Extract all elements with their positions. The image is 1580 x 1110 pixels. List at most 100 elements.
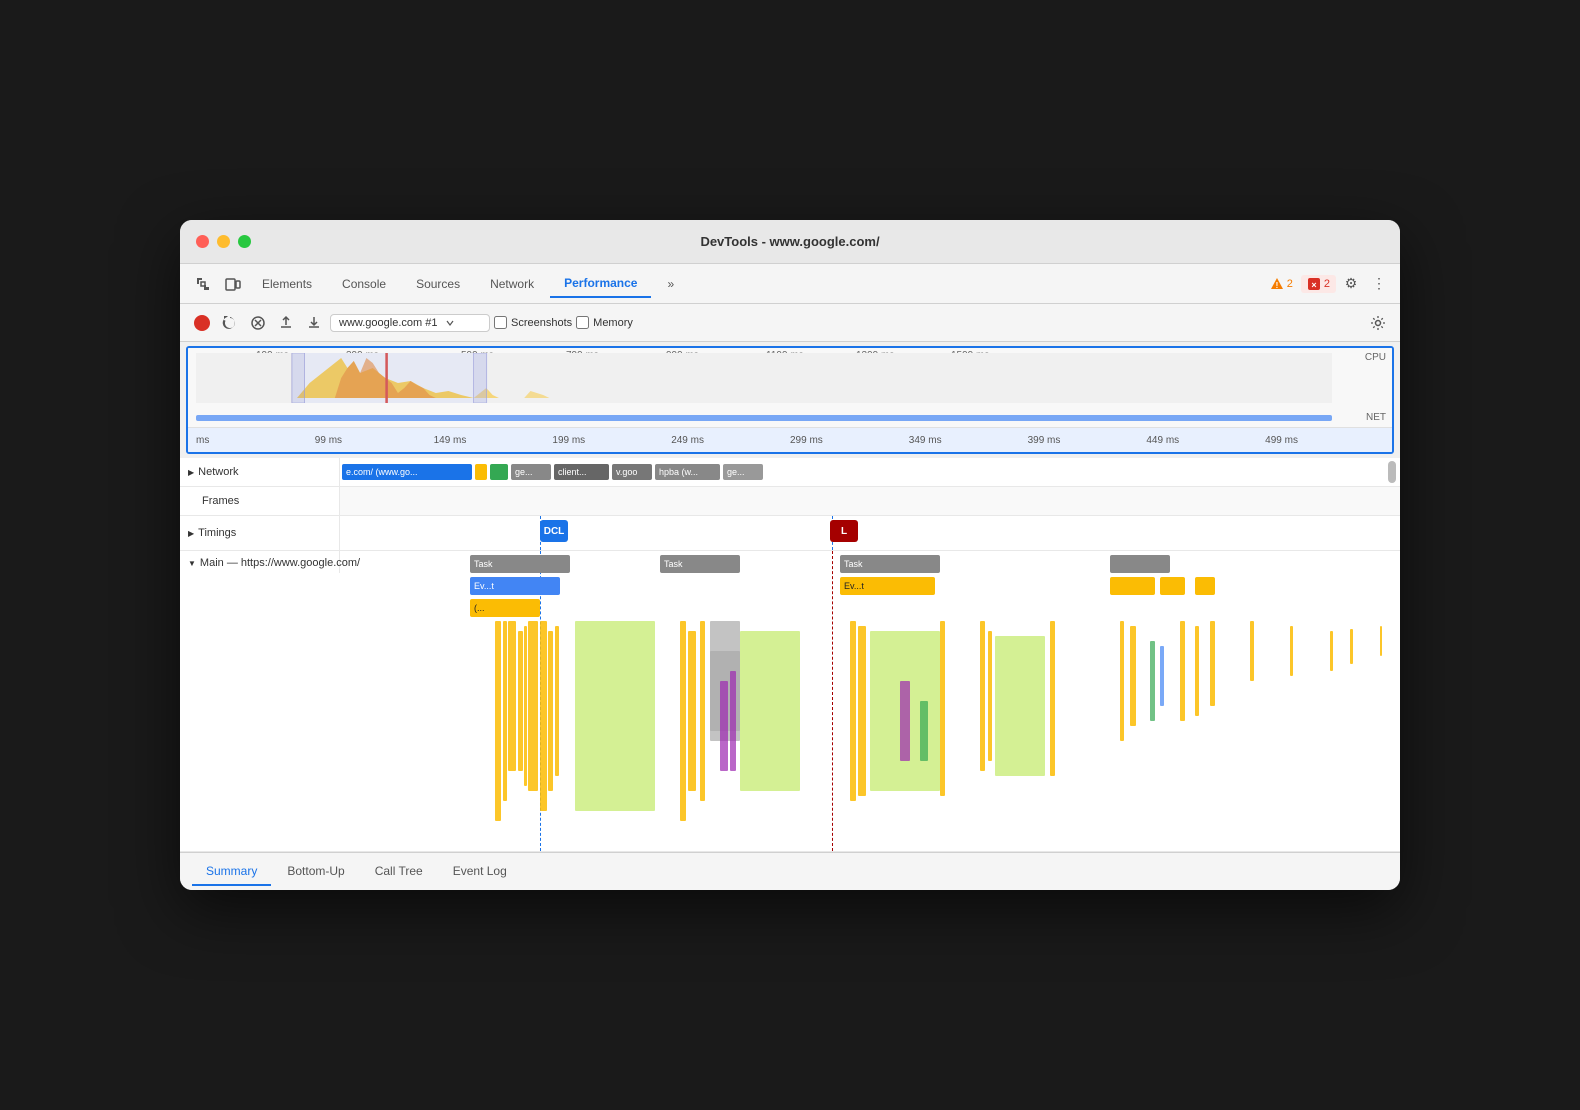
flame-col-35 [1050, 621, 1055, 776]
performance-settings-icon[interactable] [1366, 311, 1390, 335]
network-scroll-thumb[interactable] [1388, 461, 1396, 483]
frames-row: Frames [180, 487, 1400, 516]
tab-console[interactable]: Console [328, 271, 400, 297]
net-request-5[interactable]: v.goo [612, 464, 652, 480]
task-bar-4[interactable] [1110, 555, 1170, 573]
main-toolbar: Elements Console Sources Network Perform… [180, 264, 1400, 304]
screenshots-checkbox[interactable]: Screenshots [494, 316, 572, 329]
flame-col-46 [1195, 626, 1199, 716]
window-title: DevTools - www.google.com/ [700, 234, 879, 249]
event-bar-5[interactable] [1195, 577, 1215, 595]
tab-call-tree[interactable]: Call Tree [361, 858, 437, 886]
url-selector[interactable]: www.google.com #1 [330, 314, 490, 332]
flame-col-54 [1380, 626, 1382, 656]
task-bar-1[interactable]: Task [470, 555, 570, 573]
l-marker[interactable]: L [830, 520, 858, 542]
flame-lime-15 [995, 636, 1045, 776]
flame-col-51 [1290, 626, 1293, 676]
net-request-6[interactable]: hpba (w... [655, 464, 720, 480]
net-request-4[interactable]: client... [554, 464, 609, 480]
flame-blue-1 [1160, 646, 1164, 706]
network-row-label: Network [180, 458, 340, 486]
net-request-0[interactable]: e.com/ (www.go... [342, 464, 472, 480]
flame-col-41 [1130, 626, 1136, 726]
flame-col-8 [548, 631, 553, 791]
flame-col-4 [518, 631, 523, 771]
event-bar-4[interactable] [1160, 577, 1185, 595]
svg-text:!: ! [1275, 281, 1278, 290]
record-button[interactable] [190, 311, 214, 335]
overview-chart[interactable]: CPU NET 199 ms 399 ms 599 ms 799 ms 999 … [188, 348, 1392, 428]
frames-row-content [340, 487, 1400, 515]
download-icon[interactable] [302, 311, 326, 335]
timings-row-label: Timings [180, 516, 340, 550]
net-request-1[interactable] [475, 464, 487, 480]
tab-event-log[interactable]: Event Log [439, 858, 521, 886]
cpu-label: CPU [1365, 352, 1386, 363]
anon-bar-1[interactable]: (... [470, 599, 540, 617]
minimize-button[interactable] [217, 235, 230, 248]
main-thread-expand-icon[interactable] [188, 557, 196, 569]
flame-col-45 [1180, 621, 1185, 721]
net-label: NET [1366, 412, 1386, 423]
tab-bottom-up[interactable]: Bottom-Up [273, 858, 358, 886]
main-thread-row: Main — https://www.google.com/ Task Task… [180, 551, 1400, 852]
flame-col-1 [495, 621, 501, 821]
tab-elements[interactable]: Elements [248, 271, 326, 297]
inspector-icon[interactable] [190, 271, 216, 297]
flame-col-12 [700, 621, 705, 801]
window-controls [196, 235, 251, 248]
event-bar-2[interactable]: Ev...t [840, 577, 935, 595]
settings-icon[interactable]: ⚙ [1338, 271, 1364, 297]
flame-col-21 [858, 626, 866, 796]
tab-performance[interactable]: Performance [550, 270, 651, 298]
main-thread-label: Main — https://www.google.com/ [180, 551, 340, 573]
net-request-2[interactable] [490, 464, 508, 480]
flame-col-11 [688, 631, 696, 791]
flame-col-7 [540, 621, 547, 811]
cpu-chart [196, 353, 1332, 403]
dcl-marker[interactable]: DCL [540, 520, 568, 542]
task-bar-2[interactable]: Task [660, 555, 740, 573]
flame-lime-6 [740, 651, 798, 781]
reload-record-icon[interactable] [218, 311, 242, 335]
flame-purple-5 [900, 681, 910, 761]
network-expand-icon[interactable] [188, 466, 194, 478]
task-bar-3[interactable]: Task [840, 555, 940, 573]
network-scrollbar [1388, 461, 1396, 483]
flame-chart: Task Task Task Ev...t Ev...t (... [340, 551, 1400, 851]
event-bar-1[interactable]: Ev...t [470, 577, 560, 595]
more-options-icon[interactable]: ⋮ [1366, 271, 1392, 297]
flame-col-5 [524, 626, 527, 786]
flame-purple-2 [730, 671, 736, 771]
upload-icon[interactable] [274, 311, 298, 335]
network-row-content: e.com/ (www.go... ge... client... v.goo … [340, 458, 1400, 486]
clear-icon[interactable] [246, 311, 270, 335]
tab-summary[interactable]: Summary [192, 858, 271, 886]
device-icon[interactable] [220, 271, 246, 297]
tab-network[interactable]: Network [476, 271, 548, 297]
tab-sources[interactable]: Sources [402, 271, 474, 297]
maximize-button[interactable] [238, 235, 251, 248]
network-row: Network e.com/ (www.go... ge... client..… [180, 458, 1400, 487]
timings-row: Timings DCL L [180, 516, 1400, 551]
flame-col-25 [940, 621, 945, 796]
event-bar-3[interactable] [1110, 577, 1155, 595]
net-request-7[interactable]: ge... [723, 464, 763, 480]
network-requests: e.com/ (www.go... ge... client... v.goo … [340, 458, 1400, 486]
flame-col-6 [528, 621, 538, 791]
bottom-tabs: Summary Bottom-Up Call Tree Event Log [180, 852, 1400, 890]
overview-panel: CPU NET 199 ms 399 ms 599 ms 799 ms 999 … [186, 346, 1394, 454]
flame-l-vline [832, 551, 833, 851]
overview-bottom-timestamps: ms 99 ms 149 ms 199 ms 249 ms 299 ms 349… [188, 428, 1392, 452]
timings-expand-icon[interactable] [188, 527, 194, 539]
memory-checkbox[interactable]: Memory [576, 316, 633, 329]
more-tabs-button[interactable]: » [653, 271, 688, 297]
close-button[interactable] [196, 235, 209, 248]
flame-col-30 [980, 621, 985, 771]
timings-row-content: DCL L [340, 516, 1400, 550]
flame-col-50 [1250, 621, 1254, 681]
net-request-3[interactable]: ge... [511, 464, 551, 480]
flame-col-47 [1210, 621, 1215, 706]
timeline-content: Network e.com/ (www.go... ge... client..… [180, 458, 1400, 852]
